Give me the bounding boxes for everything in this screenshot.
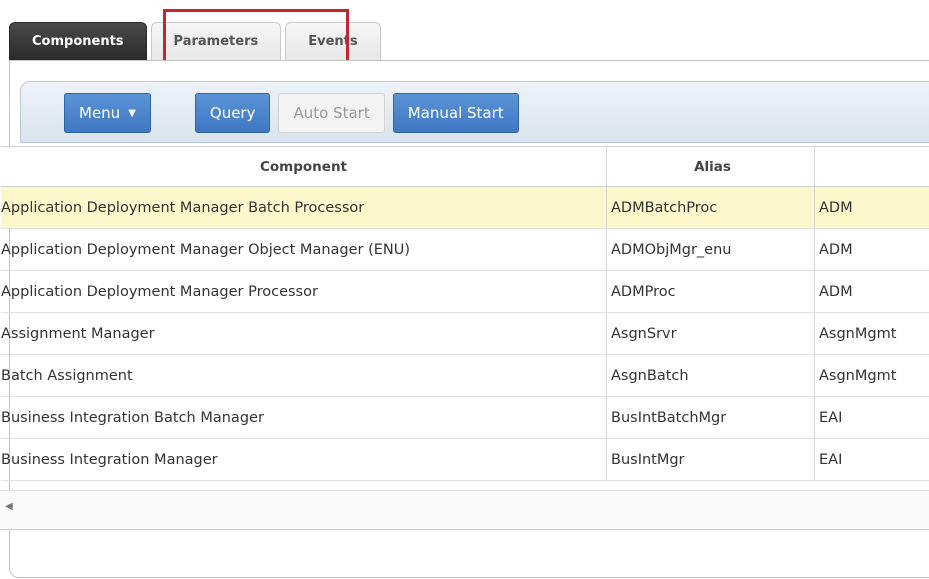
table-cell-alias: ADMProc	[607, 271, 815, 312]
manual-start-button[interactable]: Manual Start	[392, 93, 519, 133]
tab-events[interactable]: Events	[285, 22, 381, 60]
table-cell-component: Application Deployment Manager Object Ma…	[1, 229, 607, 270]
menu-button-label: Menu	[79, 104, 121, 122]
table-row[interactable]: Assignment Manager AsgnSrvr AsgnMgmt	[1, 313, 929, 355]
table-cell-group: AsgnMgmt	[819, 367, 897, 384]
table-cell-group: EAI	[819, 409, 843, 426]
table-row[interactable]: Batch Assignment AsgnBatch AsgnMgmt	[1, 355, 929, 397]
components-table: Component Alias Application Deployment M…	[1, 146, 929, 481]
table-cell-component: Business Integration Batch Manager	[1, 397, 607, 438]
tab-bar: Components Parameters Events	[9, 22, 381, 60]
caret-down-icon: ▼	[128, 107, 136, 119]
table-cell-group: AsgnMgmt	[819, 325, 897, 342]
table-cell-component: Assignment Manager	[1, 313, 607, 354]
query-button[interactable]: Query	[194, 93, 271, 133]
table-header-row: Component Alias	[1, 146, 929, 187]
table-cell-alias: ADMObjMgr_enu	[607, 229, 815, 270]
table-cell-alias: BusIntMgr	[607, 439, 815, 480]
table-cell-group: ADM	[819, 199, 853, 216]
horizontal-scrollbar[interactable]: ◀	[0, 490, 929, 530]
tab-parameters[interactable]: Parameters	[150, 22, 282, 60]
table-row[interactable]: Business Integration Batch Manager BusIn…	[1, 397, 929, 439]
menu-button[interactable]: Menu ▼	[64, 93, 151, 133]
table-cell-alias: AsgnBatch	[607, 355, 815, 396]
table-cell-component: Application Deployment Manager Processor	[1, 271, 607, 312]
toolbar: Menu ▼ Query Auto Start Manual Start	[21, 82, 519, 144]
table-cell-component: Business Integration Manager	[1, 439, 607, 480]
table-cell-component: Application Deployment Manager Batch Pro…	[1, 187, 607, 228]
table-row[interactable]: Application Deployment Manager Object Ma…	[1, 229, 929, 271]
table-cell-alias: BusIntBatchMgr	[607, 397, 815, 438]
auto-start-button[interactable]: Auto Start	[278, 93, 385, 133]
scroll-left-arrow-icon[interactable]: ◀	[5, 501, 13, 512]
tab-components[interactable]: Components	[9, 22, 147, 60]
table-cell-component: Batch Assignment	[1, 355, 607, 396]
table-row[interactable]: Application Deployment Manager Processor…	[1, 271, 929, 313]
table-cell-group: EAI	[819, 451, 843, 468]
column-header-component[interactable]: Component	[1, 147, 607, 186]
table-cell-group: ADM	[819, 283, 853, 300]
table-cell-group: ADM	[819, 241, 853, 258]
table-cell-alias: ADMBatchProc	[607, 187, 815, 228]
column-header-alias[interactable]: Alias	[607, 147, 815, 186]
table-cell-alias: AsgnSrvr	[607, 313, 815, 354]
table-row[interactable]: Application Deployment Manager Batch Pro…	[1, 187, 929, 229]
column-header-group[interactable]	[815, 147, 929, 186]
table-row[interactable]: Business Integration Manager BusIntMgr E…	[1, 439, 929, 481]
toolbar-container: Menu ▼ Query Auto Start Manual Start	[20, 81, 929, 143]
